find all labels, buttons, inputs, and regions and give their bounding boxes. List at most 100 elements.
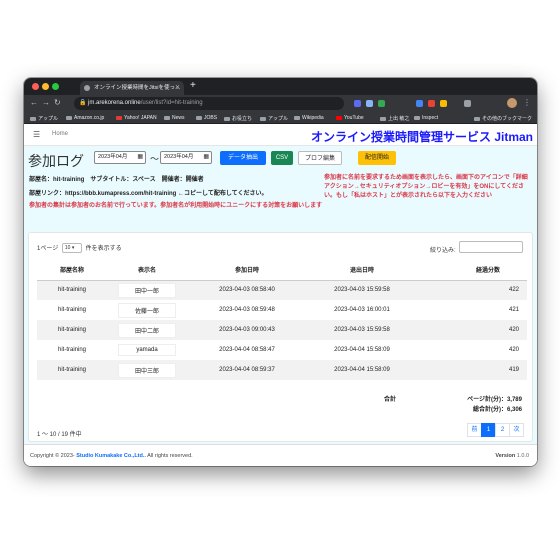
room-link-info: 部屋リンク：https://bbb.kumapress.com/hit-trai… [29, 191, 268, 197]
page-length-control: 1ページ 10 ▾ 件を表示する [37, 243, 122, 254]
hamburger-menu-icon[interactable]: ☰ [33, 130, 40, 139]
extract-data-button[interactable]: データ抽出 [220, 151, 266, 165]
version-info: Version 1.0.0 [495, 453, 529, 459]
favicon-icon [84, 85, 90, 91]
display-name: 佐藤一郎 [118, 302, 176, 318]
url-host: jm.arekorena.online [88, 100, 141, 106]
close-tab-icon[interactable]: ✕ [175, 81, 180, 95]
bookmark-item[interactable]: アップル [30, 115, 58, 122]
lock-icon: 🔒 [79, 100, 87, 106]
page-2-button[interactable]: 2 [495, 423, 510, 437]
date-from-input[interactable]: 2023年04月 ▦ [94, 151, 146, 164]
date-range-separator: 〜 [150, 154, 160, 164]
participant-notice: 参加者の集計は参加者のお名前で行っています。参加者名が利用開始時にユニークにする… [29, 203, 323, 209]
bookmark-item[interactable]: アップル [260, 115, 288, 122]
table-row: hit-training 田中三郎 2023-04-04 08:59:37 20… [37, 360, 527, 380]
bookmark-item[interactable]: News [164, 115, 185, 121]
browser-tab[interactable]: オンライン授業時間をJitsiを使っ… ✕ [80, 81, 184, 95]
web-page: ☰ Home オンライン授業時間管理サービス Jitman 参加ログ 2023年… [24, 124, 537, 466]
reload-icon[interactable]: ↻ [54, 98, 61, 107]
company-link[interactable]: Studio Kumakake Co.,Ltd.. [76, 453, 146, 459]
log-table: 部屋名称 表示名 参加日時 退出日時 経過分数 hit-training 田中一… [37, 260, 527, 380]
youtube-icon [336, 115, 342, 120]
page-length-select[interactable]: 10 ▾ [61, 243, 82, 254]
extension-icon[interactable] [354, 100, 361, 107]
profile-avatar[interactable] [507, 98, 517, 108]
user-icon [380, 116, 386, 121]
main-content: 参加ログ 2023年04月 ▦ 〜 2023年04月 ▦ データ抽出 CSV プ… [24, 146, 537, 444]
start-stream-button[interactable]: 配信開始 [358, 151, 396, 165]
display-name: 田中二郎 [118, 322, 176, 338]
next-page-button[interactable]: 次 [509, 423, 524, 437]
column-header[interactable]: 表示名 [107, 260, 187, 281]
url-path: /user/list?id=hit-training [140, 100, 203, 106]
maximize-window-button[interactable] [52, 83, 59, 90]
close-window-button[interactable] [32, 83, 39, 90]
calendar-icon[interactable]: ▦ [203, 152, 209, 163]
prev-page-button[interactable]: 前 [467, 423, 482, 437]
bookmark-item[interactable]: YouTube [336, 115, 364, 121]
total-label: 合計 [384, 397, 397, 403]
pagination: 前 1 2 次 [467, 423, 524, 437]
bookmark-item[interactable]: Inspect [414, 115, 438, 121]
wikipedia-icon [294, 115, 300, 120]
tab-strip: オンライン授業時間をJitsiを使っ… ✕ + [24, 78, 537, 95]
display-name: yamada [118, 344, 176, 356]
table-row: hit-training 田中一郎 2023-04-03 08:58:40 20… [37, 280, 527, 300]
pagination-info: 1 〜 10 / 19 件中 [37, 432, 82, 438]
calendar-icon[interactable]: ▦ [137, 152, 143, 163]
display-name: 田中三郎 [118, 362, 176, 378]
amazon-icon [66, 115, 72, 120]
page-total: ページ計(分)：3,789 [467, 397, 522, 403]
forward-icon[interactable]: → [42, 98, 50, 107]
copyright: Copyright © 2023- Studio Kumakake Co.,Lt… [30, 453, 193, 459]
top-navbar: ☰ Home オンライン授業時間管理サービス Jitman [24, 124, 537, 146]
lobby-instructions: 参加者に名前を要求するため画面を表示したら、画面下のアイコンで「詳細アクション→… [324, 175, 528, 199]
address-bar[interactable]: 🔒 jm.arekorena.online/user/list?id=hit-t… [74, 97, 344, 110]
folder-icon [164, 115, 170, 120]
folder-icon [224, 116, 230, 121]
bookmark-item[interactable]: その他のブックマーク [474, 115, 532, 122]
home-link[interactable]: Home [52, 131, 68, 137]
folder-icon [196, 115, 202, 120]
page-title: 参加ログ [28, 153, 84, 169]
menu-dots-icon[interactable]: ⋮ [523, 98, 531, 107]
apple-icon [260, 116, 266, 121]
column-header[interactable]: 経過分数 [417, 260, 527, 281]
page-1-button[interactable]: 1 [481, 423, 496, 437]
bookmark-item[interactable]: JOBS [196, 115, 217, 121]
extension-icon[interactable] [378, 100, 385, 107]
column-header[interactable]: 参加日時 [187, 260, 307, 281]
bookmark-item[interactable]: Amazon.co.jp [66, 115, 104, 121]
search-label: 絞り込み: [430, 248, 456, 254]
folder-icon [30, 116, 36, 121]
profile-edit-button[interactable]: プロフ編集 [298, 151, 342, 165]
browser-toolbar: ← → ↻ 🔒 jm.arekorena.online/user/list?id… [24, 95, 537, 112]
extension-icon[interactable] [416, 100, 423, 107]
search-input[interactable] [459, 241, 523, 253]
bookmark-item[interactable]: 上出 敏之 [380, 115, 409, 122]
column-header[interactable]: 退出日時 [307, 260, 417, 281]
new-tab-icon[interactable]: + [190, 80, 196, 91]
bookmark-item[interactable]: お役立ち [224, 115, 252, 122]
puzzle-icon[interactable] [464, 100, 471, 107]
extension-icon[interactable] [428, 100, 435, 107]
back-icon[interactable]: ← [30, 98, 38, 107]
date-to-input[interactable]: 2023年04月 ▦ [160, 151, 212, 164]
bookmark-item[interactable]: Wikipedia [294, 115, 324, 121]
extension-icon[interactable] [440, 100, 447, 107]
tab-title: オンライン授業時間をJitsiを使っ… [94, 85, 181, 91]
column-header[interactable]: 部屋名称 [37, 260, 107, 281]
yahoo-icon [116, 115, 122, 120]
table-row: hit-training 田中二郎 2023-04-03 09:00:43 20… [37, 320, 527, 340]
page-footer: Copyright © 2023- Studio Kumakake Co.,Lt… [24, 444, 537, 466]
extension-icon[interactable] [366, 100, 373, 107]
folder-icon [474, 116, 480, 121]
minimize-window-button[interactable] [42, 83, 49, 90]
grand-total: 総合計(分)：6,306 [472, 407, 522, 413]
brand-title: オンライン授業時間管理サービス Jitman [310, 130, 533, 144]
csv-button[interactable]: CSV [271, 151, 293, 165]
display-name: 田中一郎 [118, 282, 176, 298]
log-table-card: 1ページ 10 ▾ 件を表示する 絞り込み: 部屋名称 表示名 参加日時 退出日… [28, 232, 533, 442]
bookmark-item[interactable]: Yahoo! JAPAN [116, 115, 157, 121]
